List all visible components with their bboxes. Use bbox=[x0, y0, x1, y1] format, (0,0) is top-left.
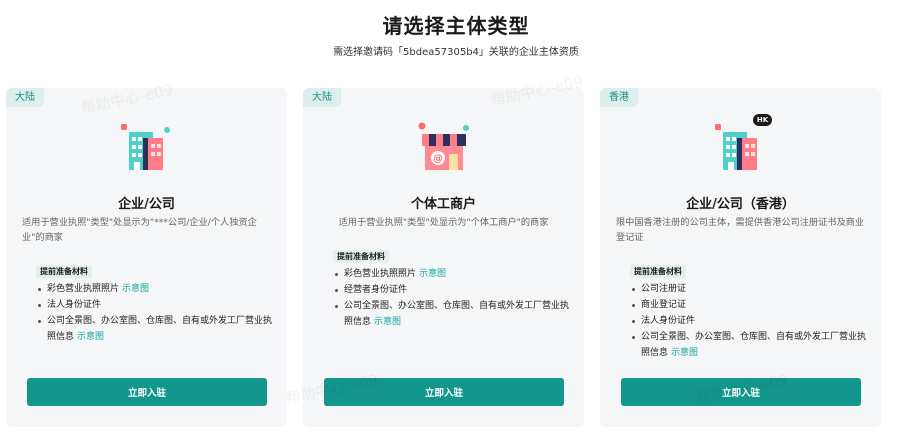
list-item: 公司全景图、办公室图、仓库图、自有或外发工厂营业执照信息 示意图 bbox=[630, 329, 867, 361]
card-title: 企业/公司 bbox=[118, 197, 175, 212]
example-link[interactable]: 示意图 bbox=[122, 284, 149, 294]
list-item: 公司全景图、办公室图、仓库图、自有或外发工厂营业执照信息 示意图 bbox=[36, 313, 273, 345]
card-description: 适用于营业执照"类型"处显示为"***公司/企业/个人独资企业"的商家 bbox=[22, 217, 257, 243]
join-button[interactable]: 立即入驻 bbox=[27, 378, 267, 406]
list-item: 公司注册证 bbox=[630, 281, 867, 297]
card-title: 个体工商户 bbox=[410, 197, 476, 212]
example-link[interactable]: 示意图 bbox=[419, 269, 446, 279]
list-item: 彩色营业执照照片 示意图 bbox=[333, 266, 570, 282]
individual-business-card[interactable]: 大陆 @ 个体工商户 适用于营业执照"类型"处显示为"个体工商户"的商家 提前准… bbox=[303, 88, 584, 427]
join-button[interactable]: 立即入驻 bbox=[324, 378, 564, 406]
list-item: 公司全景图、办公室图、仓库图、自有或外发工厂营业执照信息 示意图 bbox=[333, 298, 570, 330]
list-item: 经营者身份证件 bbox=[333, 282, 570, 298]
building-icon bbox=[714, 124, 757, 170]
card-description: 适用于营业执照"类型"处显示为"个体工商户"的商家 bbox=[338, 217, 549, 228]
example-link[interactable]: 示意图 bbox=[374, 317, 401, 327]
enterprise-card[interactable]: 大陆 企业/公司 适用于营业执照"类型"处显示为"***公司/企业/个人独资企业… bbox=[6, 88, 287, 427]
example-link[interactable]: 示意图 bbox=[77, 332, 104, 342]
page-subtitle: 需选择邀请码「5bdea57305b4」关联的企业主体资质 bbox=[333, 47, 579, 58]
shop-icon: @ bbox=[418, 122, 469, 170]
building-icon bbox=[120, 124, 170, 170]
svg-text:@: @ bbox=[433, 154, 443, 165]
materials-list: 公司注册证 商业登记证 法人身份证件 公司全景图、办公室图、仓库图、自有或外发工… bbox=[630, 281, 867, 361]
region-tag: 大陆 bbox=[303, 88, 341, 107]
region-tag: 香港 bbox=[600, 88, 638, 107]
card-title: 企业/公司（香港） bbox=[686, 197, 795, 212]
materials-list: 彩色营业执照照片 示意图 经营者身份证件 公司全景图、办公室图、仓库图、自有或外发… bbox=[333, 266, 570, 330]
list-item: 彩色营业执照照片 示意图 bbox=[36, 281, 273, 297]
list-item: 法人身份证件 bbox=[630, 313, 867, 329]
materials-list: 彩色营业执照照片 示意图 法人身份证件 公司全景图、办公室图、仓库图、自有或外发工… bbox=[36, 281, 273, 345]
materials-label: 提前准备材料 bbox=[333, 250, 389, 263]
hk-company-card[interactable]: 香港 HK 企业/公司（香港） 限中国香港注册的公司主体，需提供香港公司注册证书… bbox=[600, 88, 881, 427]
region-tag: 大陆 bbox=[6, 88, 44, 107]
example-link[interactable]: 示意图 bbox=[671, 348, 698, 358]
list-item: 法人身份证件 bbox=[36, 297, 273, 313]
list-item: 商业登记证 bbox=[630, 297, 867, 313]
materials-label: 提前准备材料 bbox=[36, 265, 92, 278]
card-description: 限中国香港注册的公司主体，需提供香港公司注册证书及商业登记证 bbox=[616, 217, 865, 243]
materials-label: 提前准备材料 bbox=[630, 265, 686, 278]
page-title: 请选择主体类型 bbox=[382, 14, 530, 38]
join-button[interactable]: 立即入驻 bbox=[621, 378, 861, 406]
